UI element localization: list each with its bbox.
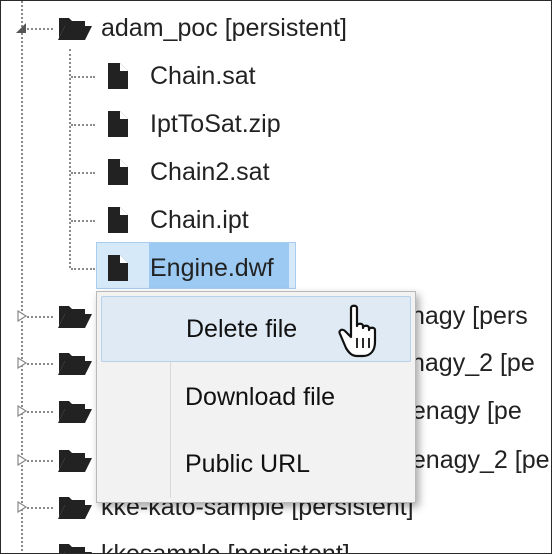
tree-item-label: Chain2.sat bbox=[150, 157, 270, 186]
tree-connector-line bbox=[69, 49, 71, 268]
tree-item-label: nagy_2 [pe bbox=[411, 348, 535, 377]
menu-item-label: Public URL bbox=[185, 449, 311, 478]
tree-item-label: kkesample [persistent] bbox=[101, 539, 350, 554]
menu-item-label: Delete file bbox=[186, 314, 298, 343]
tree-connector-line bbox=[27, 460, 53, 462]
file-icon bbox=[107, 62, 129, 90]
tree-folder-item[interactable]: kkesample [persistent] bbox=[57, 534, 350, 554]
tree-file-item[interactable]: Chain2.sat bbox=[107, 152, 270, 192]
file-icon bbox=[107, 206, 129, 234]
folder-icon bbox=[57, 493, 93, 521]
tree-item-label: nagy [pers bbox=[411, 301, 528, 330]
collapse-arrow-icon[interactable] bbox=[15, 22, 27, 34]
tree-connector-line bbox=[71, 124, 95, 126]
tree-connector-line bbox=[27, 411, 53, 413]
tree-connector-line bbox=[71, 76, 95, 78]
tree-connector-line bbox=[27, 363, 53, 365]
expand-arrow-icon[interactable] bbox=[16, 357, 28, 369]
folder-icon bbox=[57, 302, 93, 330]
folder-open-icon bbox=[57, 14, 93, 42]
file-icon bbox=[107, 110, 129, 138]
folder-icon bbox=[57, 349, 93, 377]
tree-item-label: henagy_2 [pe bbox=[398, 445, 550, 474]
tree-connector-line bbox=[27, 507, 53, 509]
tree-file-item[interactable]: Chain.ipt bbox=[107, 200, 249, 240]
folder-icon bbox=[57, 540, 93, 553]
download-file-menu-item[interactable]: Download file bbox=[101, 364, 411, 430]
tree-file-item-selected[interactable]: Engine.dwf bbox=[107, 248, 274, 288]
tree-connector-line bbox=[71, 220, 95, 222]
tree-connector-line bbox=[21, 1, 23, 553]
expand-arrow-icon[interactable] bbox=[16, 310, 28, 322]
public-url-menu-item[interactable]: Public URL bbox=[101, 431, 411, 497]
tree-connector-line bbox=[71, 268, 95, 270]
expand-arrow-icon[interactable] bbox=[16, 454, 28, 466]
tree-item-label: IptToSat.zip bbox=[150, 109, 281, 138]
tree-item-label: henagy [pe bbox=[398, 396, 522, 425]
tree-item-label: Engine.dwf bbox=[150, 253, 274, 282]
tree-item-label: adam_poc [persistent] bbox=[101, 13, 347, 42]
tree-item-label: Chain.sat bbox=[150, 61, 256, 90]
file-icon bbox=[107, 254, 129, 282]
folder-icon bbox=[57, 397, 93, 425]
expand-arrow-icon[interactable] bbox=[16, 405, 28, 417]
tree-folder-root[interactable]: adam_poc [persistent] bbox=[57, 8, 347, 48]
tree-file-item[interactable]: IptToSat.zip bbox=[107, 104, 281, 144]
folder-icon bbox=[57, 446, 93, 474]
tree-connector-line bbox=[71, 172, 95, 174]
tree-connector-line bbox=[23, 28, 53, 30]
menu-item-label: Download file bbox=[185, 382, 336, 411]
hand-pointer-icon bbox=[337, 304, 383, 360]
tree-item-label: Chain.ipt bbox=[150, 205, 249, 234]
project-tree-panel: adam_poc [persistent] Chain.sat IptToSat… bbox=[0, 0, 552, 554]
file-icon bbox=[107, 158, 129, 186]
expand-arrow-icon[interactable] bbox=[16, 501, 28, 513]
tree-connector-line bbox=[27, 316, 53, 318]
tree-file-item[interactable]: Chain.sat bbox=[107, 56, 256, 96]
